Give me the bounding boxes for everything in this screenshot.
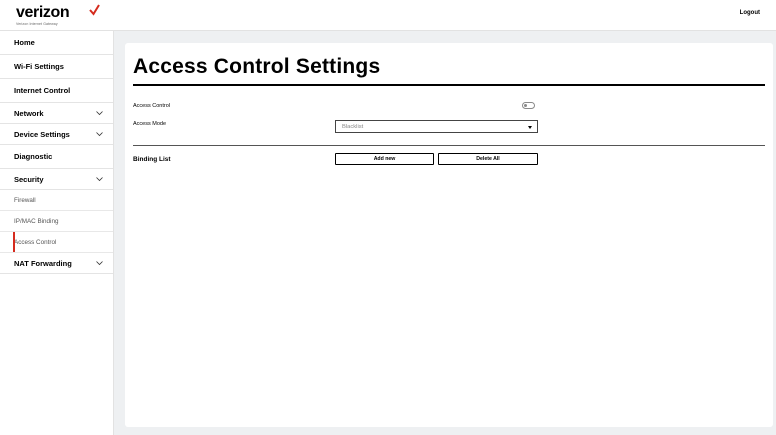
sidebar-subitem-label: IP/MAC Binding (14, 217, 59, 225)
sidebar-subitem-firewall[interactable]: Firewall (0, 190, 113, 211)
section-divider (133, 145, 765, 146)
chevron-down-icon (96, 261, 103, 266)
sidebar-item-label: Network (14, 108, 44, 118)
logout-link[interactable]: Logout (740, 10, 760, 16)
sidebar-item-nat-forwarding[interactable]: NAT Forwarding (0, 253, 113, 274)
sidebar-item-diagnostic[interactable]: Diagnostic (0, 145, 113, 169)
delete-all-button[interactable]: Delete All (438, 153, 538, 165)
verizon-logo[interactable]: verizon Verizon Internet Gateway (16, 4, 100, 26)
access-mode-label: Access Mode (133, 121, 167, 127)
page-title: Access Control Settings (133, 55, 381, 78)
sidebar-item-network[interactable]: Network (0, 103, 113, 124)
sidebar-subitem-access-control[interactable]: Access Control (0, 232, 113, 253)
sidebar-nav: Home Wi-Fi Settings Internet Control Net… (0, 31, 114, 435)
sidebar-item-label: Security (14, 174, 44, 184)
sidebar-subitem-ip-mac-binding[interactable]: IP/MAC Binding (0, 211, 113, 232)
access-mode-select[interactable]: Blacklist (335, 120, 538, 133)
main-content-card: Access Control Settings Access Control A… (125, 43, 773, 427)
sidebar-item-security[interactable]: Security (0, 169, 113, 190)
sidebar-item-internet-control[interactable]: Internet Control (0, 79, 113, 103)
logo-subtext: Verizon Internet Gateway (16, 22, 58, 26)
sidebar-subitem-label: Access Control (14, 238, 57, 246)
access-mode-value: Blacklist (342, 123, 364, 130)
sidebar-item-device-settings[interactable]: Device Settings (0, 124, 113, 145)
toggle-knob (524, 104, 527, 107)
sidebar-item-label: Internet Control (14, 86, 71, 95)
logo-wordmark: verizon (16, 4, 70, 21)
top-header: verizon Verizon Internet Gateway Logout (0, 0, 776, 31)
sidebar-item-wifi-settings[interactable]: Wi-Fi Settings (0, 55, 113, 79)
logo-checkmark-icon (89, 4, 100, 16)
access-control-toggle[interactable] (522, 102, 535, 109)
sidebar-item-label: NAT Forwarding (14, 258, 72, 268)
title-divider (133, 84, 765, 86)
binding-list-label: Binding List (133, 156, 171, 163)
sidebar-item-label: Wi-Fi Settings (14, 62, 64, 71)
sidebar-item-label: Home (14, 38, 35, 47)
sidebar-item-home[interactable]: Home (0, 31, 113, 55)
sidebar-item-label: Diagnostic (14, 152, 53, 161)
sidebar-item-label: Device Settings (14, 129, 70, 139)
chevron-down-icon (96, 132, 103, 137)
access-control-label: Access Control (133, 103, 170, 109)
caret-down-icon (528, 126, 532, 129)
sidebar-subitem-label: Firewall (14, 196, 36, 204)
chevron-down-icon (96, 177, 103, 182)
add-new-button[interactable]: Add new (335, 153, 434, 165)
chevron-down-icon (96, 111, 103, 116)
